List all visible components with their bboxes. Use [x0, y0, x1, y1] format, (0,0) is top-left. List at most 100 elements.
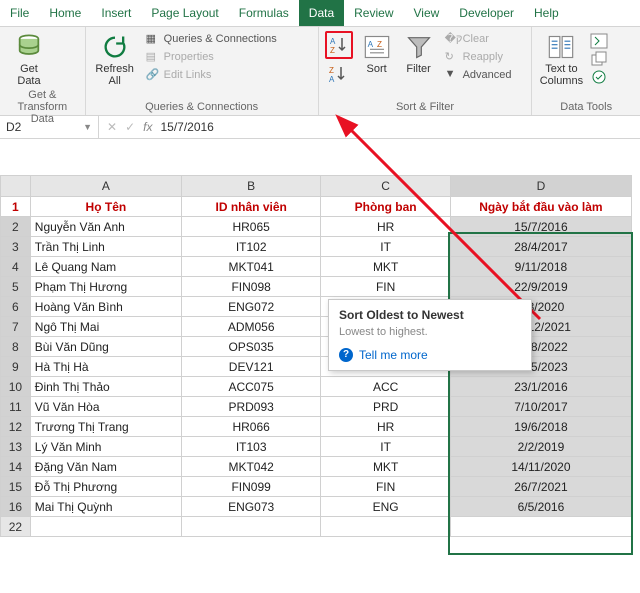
select-all-corner[interactable]: [1, 176, 31, 197]
header-cell[interactable]: ID nhân viên: [181, 197, 320, 217]
cell[interactable]: IT102: [181, 237, 320, 257]
cell[interactable]: 28/4/2017: [450, 237, 631, 257]
get-data-button[interactable]: Get Data: [6, 29, 52, 87]
cell[interactable]: 15/7/2016: [450, 217, 631, 237]
cell[interactable]: IT: [321, 237, 451, 257]
cell[interactable]: ADM056: [181, 317, 320, 337]
cell[interactable]: IT103: [181, 437, 320, 457]
cell[interactable]: Lý Văn Minh: [30, 437, 181, 457]
cell[interactable]: FIN098: [181, 277, 320, 297]
row-header[interactable]: 2: [1, 217, 31, 237]
tab-review[interactable]: Review: [344, 0, 403, 26]
formula-value[interactable]: 15/7/2016: [160, 120, 213, 134]
enter-icon[interactable]: ✓: [125, 120, 135, 134]
tab-page-layout[interactable]: Page Layout: [141, 0, 228, 26]
tab-view[interactable]: View: [404, 0, 450, 26]
col-header-c[interactable]: C: [321, 176, 451, 197]
cell[interactable]: Trương Thị Trang: [30, 417, 181, 437]
sort-descending-button[interactable]: ZA: [325, 61, 351, 87]
cell[interactable]: 7/10/2017: [450, 397, 631, 417]
edit-links-button[interactable]: 🔗Edit Links: [144, 67, 279, 83]
cell[interactable]: MKT: [321, 457, 451, 477]
cancel-icon[interactable]: ✕: [107, 120, 117, 134]
cell[interactable]: Đỗ Thị Phương: [30, 477, 181, 497]
cell[interactable]: Lê Quang Nam: [30, 257, 181, 277]
tab-insert[interactable]: Insert: [91, 0, 141, 26]
header-cell[interactable]: Phòng ban: [321, 197, 451, 217]
tab-file[interactable]: File: [0, 0, 39, 26]
cell[interactable]: 2/2/2019: [450, 437, 631, 457]
cell[interactable]: Vũ Văn Hòa: [30, 397, 181, 417]
cell[interactable]: Ngô Thị Mai: [30, 317, 181, 337]
row-header[interactable]: 13: [1, 437, 31, 457]
cell[interactable]: ENG073: [181, 497, 320, 517]
row-header[interactable]: 8: [1, 337, 31, 357]
row-header[interactable]: 3: [1, 237, 31, 257]
row-header[interactable]: 5: [1, 277, 31, 297]
refresh-all-button[interactable]: Refresh All: [92, 29, 138, 87]
row-header[interactable]: 1: [1, 197, 31, 217]
flash-fill-icon[interactable]: [590, 33, 608, 49]
fx-icon[interactable]: fx: [143, 120, 152, 134]
cell[interactable]: [450, 517, 631, 537]
row-header[interactable]: 15: [1, 477, 31, 497]
cell[interactable]: ENG072: [181, 297, 320, 317]
row-header[interactable]: 22: [1, 517, 31, 537]
cell[interactable]: Hoàng Văn Bình: [30, 297, 181, 317]
cell[interactable]: Hà Thị Hà: [30, 357, 181, 377]
reapply-button[interactable]: ↻Reapply: [443, 49, 514, 65]
advanced-filter-button[interactable]: ▼Advanced: [443, 67, 514, 83]
header-cell[interactable]: Ngày bắt đầu vào làm: [450, 197, 631, 217]
row-header[interactable]: 9: [1, 357, 31, 377]
cell[interactable]: MKT041: [181, 257, 320, 277]
cell[interactable]: ACC075: [181, 377, 320, 397]
cell[interactable]: FIN099: [181, 477, 320, 497]
text-to-columns-button[interactable]: Text to Columns: [538, 29, 584, 87]
remove-duplicates-icon[interactable]: [590, 51, 608, 67]
tab-help[interactable]: Help: [524, 0, 569, 26]
cell[interactable]: [181, 517, 320, 537]
cell[interactable]: 9/11/2018: [450, 257, 631, 277]
cell[interactable]: Đinh Thị Thảo: [30, 377, 181, 397]
cell[interactable]: PRD093: [181, 397, 320, 417]
filter-button[interactable]: Filter: [401, 29, 437, 75]
col-header-d[interactable]: D: [450, 176, 631, 197]
cell[interactable]: IT: [321, 437, 451, 457]
row-header[interactable]: 4: [1, 257, 31, 277]
queries-connections-button[interactable]: ▦Queries & Connections: [144, 31, 279, 47]
cell[interactable]: [30, 517, 181, 537]
cell[interactable]: 6/5/2016: [450, 497, 631, 517]
data-validation-icon[interactable]: [590, 69, 608, 85]
row-header[interactable]: 6: [1, 297, 31, 317]
row-header[interactable]: 14: [1, 457, 31, 477]
row-header[interactable]: 11: [1, 397, 31, 417]
name-box[interactable]: D2▼: [0, 116, 99, 138]
col-header-a[interactable]: A: [30, 176, 181, 197]
properties-button[interactable]: ▤Properties: [144, 49, 279, 65]
row-header[interactable]: 10: [1, 377, 31, 397]
worksheet[interactable]: A B C D 1 Họ Tên ID nhân viên Phòng ban …: [0, 175, 632, 537]
cell[interactable]: HR065: [181, 217, 320, 237]
cell[interactable]: Mai Thị Quỳnh: [30, 497, 181, 517]
cell[interactable]: [321, 517, 451, 537]
cell[interactable]: OPS035: [181, 337, 320, 357]
sort-ascending-button[interactable]: AZ: [325, 31, 353, 59]
cell[interactable]: DEV121: [181, 357, 320, 377]
cell[interactable]: 19/6/2018: [450, 417, 631, 437]
row-header[interactable]: 7: [1, 317, 31, 337]
row-header[interactable]: 12: [1, 417, 31, 437]
cell[interactable]: 23/1/2016: [450, 377, 631, 397]
cell[interactable]: ACC: [321, 377, 451, 397]
cell[interactable]: HR066: [181, 417, 320, 437]
sort-button[interactable]: AZ Sort: [359, 29, 395, 75]
tell-me-more-link[interactable]: ?Tell me more: [339, 348, 521, 362]
cell[interactable]: Nguyễn Văn Anh: [30, 217, 181, 237]
cell[interactable]: Bùi Văn Dũng: [30, 337, 181, 357]
cell[interactable]: Đặng Văn Nam: [30, 457, 181, 477]
cell[interactable]: Phạm Thị Hương: [30, 277, 181, 297]
tab-developer[interactable]: Developer: [449, 0, 524, 26]
header-cell[interactable]: Họ Tên: [30, 197, 181, 217]
clear-filter-button[interactable]: �קּClear: [443, 31, 514, 47]
cell[interactable]: 14/11/2020: [450, 457, 631, 477]
cell[interactable]: MKT: [321, 257, 451, 277]
